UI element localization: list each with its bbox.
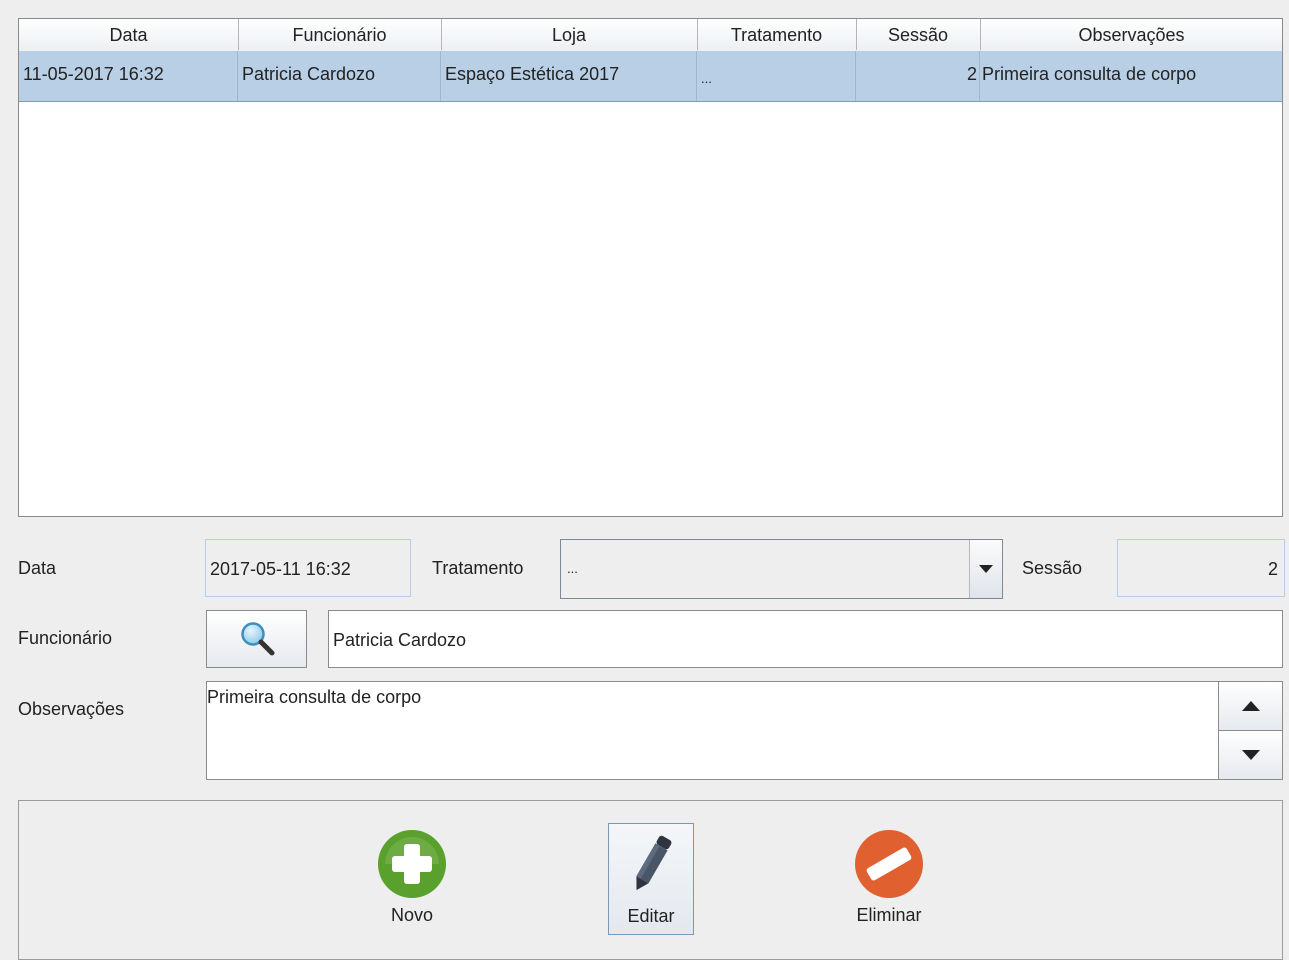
- tratamento-dropdown-button[interactable]: [969, 540, 1002, 598]
- column-header-tratamento[interactable]: Tratamento: [697, 19, 857, 50]
- data-field: 2017-05-11 16:32: [205, 539, 411, 597]
- column-header-loja[interactable]: Loja: [441, 19, 698, 50]
- cell-tratamento: ...: [697, 51, 856, 101]
- tratamento-select[interactable]: ...: [560, 539, 1003, 599]
- funcionario-label: Funcionário: [18, 628, 113, 648]
- scroll-up-button[interactable]: [1218, 681, 1283, 731]
- table-header: Data Funcionário Loja Tratamento Sessão …: [19, 19, 1282, 52]
- tratamento-selected-value: ...: [567, 561, 578, 576]
- tratamento-label: Tratamento: [432, 558, 524, 578]
- action-toolbar: Novo Editar Eliminar: [18, 800, 1283, 960]
- column-header-sessao[interactable]: Sessão: [856, 19, 981, 50]
- observacoes-textarea[interactable]: Primeira consulta de corpo: [206, 681, 1219, 780]
- eliminar-label: Eliminar: [856, 905, 922, 925]
- add-circle-icon: [378, 830, 446, 898]
- table-row[interactable]: 11-05-2017 16:32 Patricia Cardozo Espaço…: [19, 51, 1282, 102]
- funcionario-field[interactable]: Patricia Cardozo: [328, 610, 1283, 668]
- observacoes-label: Observações: [18, 699, 125, 719]
- column-header-data[interactable]: Data: [19, 19, 239, 50]
- chevron-down-icon: [979, 565, 993, 573]
- cell-funcionario: Patricia Cardozo: [238, 51, 441, 101]
- magnifier-icon: [240, 622, 274, 656]
- cell-observacoes: Primeira consulta de corpo: [982, 64, 1197, 84]
- eliminar-button[interactable]: Eliminar: [846, 823, 932, 935]
- pencil-icon: [636, 835, 672, 891]
- novo-button[interactable]: Novo: [369, 823, 455, 935]
- sessao-label: Sessão: [1022, 558, 1083, 578]
- search-funcionario-button[interactable]: [206, 610, 307, 668]
- column-header-observacoes[interactable]: Observações: [980, 19, 1283, 50]
- cell-data: 11-05-2017 16:32: [19, 51, 238, 101]
- scroll-down-button[interactable]: [1218, 730, 1283, 780]
- data-label: Data: [18, 558, 57, 578]
- novo-label: Novo: [390, 905, 434, 925]
- consultas-table[interactable]: Data Funcionário Loja Tratamento Sessão …: [18, 18, 1283, 517]
- column-header-funcionario[interactable]: Funcionário: [238, 19, 442, 50]
- chevron-up-icon: [1241, 701, 1260, 711]
- editar-button[interactable]: Editar: [608, 823, 694, 935]
- cell-sessao: 2: [856, 51, 980, 101]
- cell-loja: Espaço Estética 2017: [441, 51, 697, 101]
- sessao-field: 2: [1117, 539, 1285, 597]
- editar-label: Editar: [627, 906, 675, 926]
- remove-circle-icon: [855, 830, 923, 898]
- chevron-down-icon: [1241, 750, 1260, 760]
